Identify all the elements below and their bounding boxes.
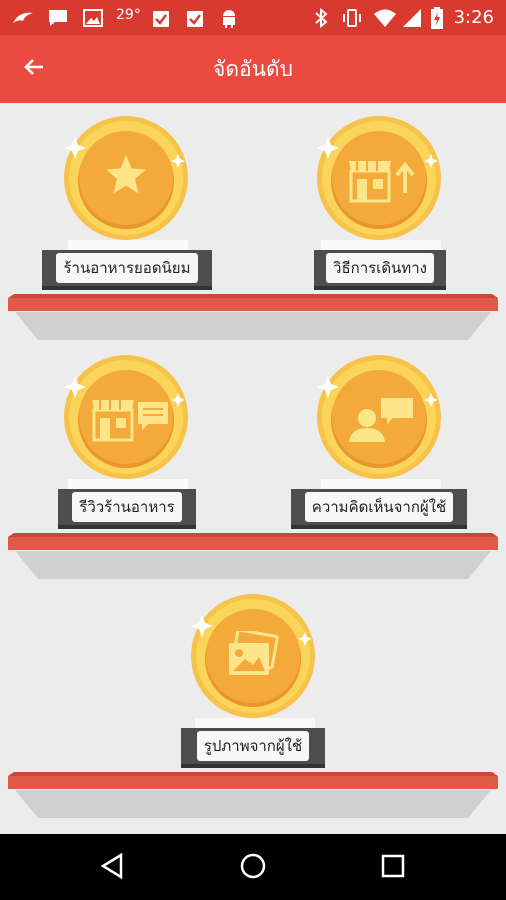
nav-home-button[interactable] (233, 848, 273, 888)
star-icon (106, 155, 146, 194)
plaque: รูปภาพจากผู้ใช้ (181, 728, 325, 768)
trophy-popular-restaurants[interactable]: ร้านอาหารยอดนิยม (36, 115, 216, 315)
nav-recents-icon (380, 853, 406, 883)
nav-recents-button[interactable] (373, 848, 413, 888)
bluetooth-icon (312, 8, 330, 28)
plaque: ความคิดเห็นจากผู้ใช้ (291, 489, 467, 529)
battery-charging-icon (430, 7, 444, 29)
trophy-label: รูปภาพจากผู้ใช้ (196, 731, 310, 761)
clock-time: 3:26 (453, 7, 494, 28)
message-icon (46, 8, 70, 28)
status-bar: 29° 3:26 (0, 0, 506, 35)
plaque: วิธีการเดินทาง (314, 250, 446, 290)
android-icon (218, 8, 240, 28)
nav-home-icon (239, 852, 267, 884)
back-button[interactable] (14, 49, 54, 89)
nav-back-button[interactable] (92, 848, 132, 888)
trophy-label: ความคิดเห็นจากผู้ใช้ (304, 492, 454, 522)
plaque: ร้านอาหารยอดนิยม (42, 250, 212, 290)
clipboard-check-icon (150, 8, 172, 28)
trophy-label: รีวิวร้านอาหาร (72, 492, 182, 522)
shop-upload-icon (349, 161, 415, 203)
wifi-icon (372, 8, 398, 28)
shop-review-icon (92, 400, 168, 442)
app-bar: จัดอันดับ (0, 35, 506, 103)
navigation-bar (0, 834, 506, 900)
nav-back-icon (99, 852, 125, 884)
photos-icon (229, 631, 279, 675)
vibrate-icon (340, 8, 364, 28)
arrow-left-icon (22, 55, 46, 83)
plaque: รีวิวร้านอาหาร (58, 489, 196, 529)
page-title: จัดอันดับ (213, 57, 293, 81)
cell-signal-icon (400, 8, 424, 28)
trophy-label: ร้านอาหารยอดนิยม (56, 253, 198, 283)
temperature-text: 29° (116, 7, 141, 23)
user-comment-icon (349, 398, 413, 442)
trophy-restaurant-reviews[interactable]: รีวิวร้านอาหาร (36, 354, 216, 554)
trophy-travel-methods[interactable]: วิธีการเดินทาง (289, 115, 469, 315)
trophy-user-photos[interactable]: รูปภาพจากผู้ใช้ (163, 593, 343, 793)
bird-app-icon (10, 8, 36, 28)
image-icon (82, 8, 104, 28)
clipboard-check-icon (184, 8, 206, 28)
trophy-user-comments[interactable]: ความคิดเห็นจากผู้ใช้ (289, 354, 469, 554)
trophy-label: วิธีการเดินทาง (326, 253, 434, 283)
